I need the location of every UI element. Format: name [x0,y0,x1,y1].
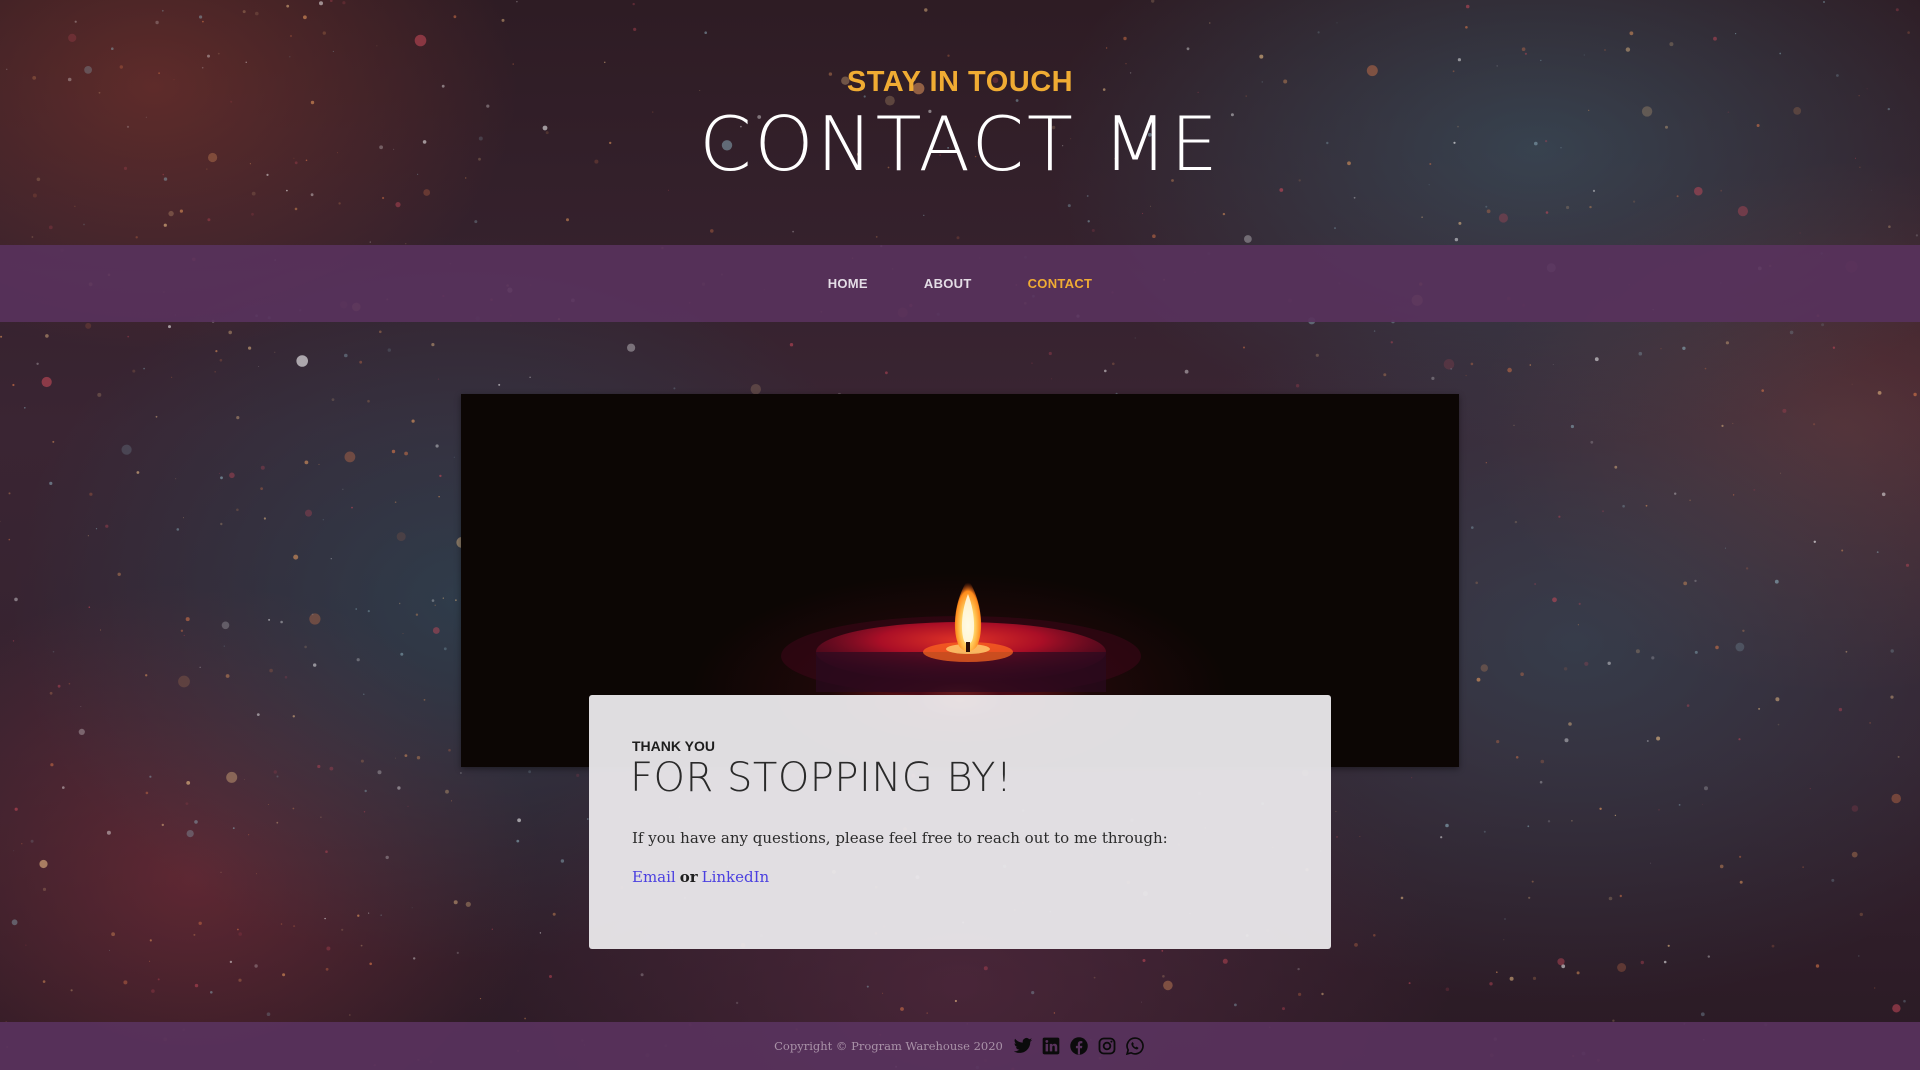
card-title: FOR STOPPING BY! [630,755,1013,801]
copyright-text: Copyright © Program Warehouse 2020 [774,1039,1003,1053]
nav-item-about[interactable]: ABOUT [896,276,1000,291]
whatsapp-icon[interactable] [1125,1036,1146,1057]
email-link[interactable]: Email [632,868,676,886]
contact-card: THANK YOU FOR STOPPING BY! If you have a… [589,695,1331,949]
social-links [1013,1036,1146,1057]
linkedin-link[interactable]: LinkedIn [702,868,770,886]
nav-list: HOME ABOUT CONTACT [0,245,1920,322]
main-nav: HOME ABOUT CONTACT [0,245,1920,322]
page-title: CONTACT ME [699,100,1221,188]
page-header: STAY IN TOUCH CONTACT ME [0,0,1920,245]
or-text: or [679,868,698,886]
twitter-icon[interactable] [1013,1036,1034,1057]
page-footer: Copyright © Program Warehouse 2020 [0,1022,1920,1070]
nav-item-home[interactable]: HOME [800,276,896,291]
card-kicker: THANK YOU [632,738,715,754]
header-kicker: STAY IN TOUCH [846,66,1074,98]
facebook-icon[interactable] [1069,1036,1090,1057]
nav-item-contact[interactable]: CONTACT [1000,276,1121,291]
instagram-icon[interactable] [1097,1036,1118,1057]
card-text: If you have any questions, please feel f… [632,829,1168,847]
contact-links: Email or LinkedIn [632,868,769,886]
linkedin-icon[interactable] [1041,1036,1062,1057]
